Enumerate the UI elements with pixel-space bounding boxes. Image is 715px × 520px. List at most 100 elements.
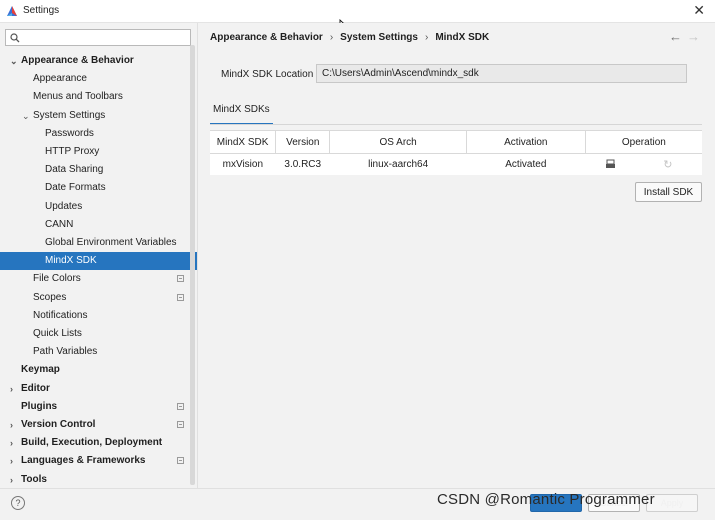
project-icon bbox=[177, 293, 184, 301]
chevron-right-icon[interactable]: › bbox=[10, 434, 13, 452]
help-icon[interactable]: ? bbox=[11, 496, 25, 510]
cell-sdk: mxVision bbox=[222, 159, 264, 170]
sidebar-item-label: File Colors bbox=[33, 273, 81, 285]
sidebar-item[interactable]: MindX SDK bbox=[0, 252, 197, 271]
search-icon bbox=[10, 33, 20, 43]
breadcrumb-separator: › bbox=[424, 32, 429, 43]
sidebar-item[interactable]: ⌄ System Settings bbox=[0, 107, 197, 125]
sdk-location-field[interactable]: C:\Users\Admin\Ascend\mindx_sdk bbox=[316, 64, 687, 83]
column-header: OS Arch bbox=[329, 130, 467, 154]
sidebar-item-label: System Settings bbox=[33, 109, 106, 121]
sidebar-item[interactable]: Menus and Toolbars bbox=[0, 88, 197, 106]
chevron-right-icon[interactable]: › bbox=[10, 416, 13, 434]
reload-icon[interactable] bbox=[605, 159, 616, 169]
sidebar-item[interactable]: CANN bbox=[0, 216, 197, 234]
sidebar-item-label: Languages & Frameworks bbox=[21, 455, 146, 467]
cell-activation: Activated bbox=[505, 159, 547, 170]
tab-mindx-sdks[interactable]: MindX SDKs bbox=[210, 99, 273, 125]
chevron-right-icon[interactable]: › bbox=[10, 452, 13, 470]
app-logo-icon bbox=[7, 6, 17, 16]
sidebar-item[interactable]: › Tools bbox=[0, 471, 197, 489]
search-input[interactable] bbox=[26, 31, 190, 46]
sidebar-item[interactable]: Appearance bbox=[0, 70, 197, 88]
sidebar-item[interactable]: ⌄ Appearance & Behavior bbox=[0, 52, 197, 70]
sidebar-item[interactable]: Scopes bbox=[0, 289, 197, 307]
chevron-right-icon[interactable]: › bbox=[10, 471, 13, 489]
watermark-text: CSDN @Romantic Programmer bbox=[437, 491, 655, 508]
column-header: MindX SDK bbox=[210, 130, 277, 154]
cell-os-arch: linux-aarch64 bbox=[368, 159, 429, 170]
breadcrumb-item[interactable]: Appearance & Behavior bbox=[210, 32, 323, 43]
sidebar-item-label: Updates bbox=[45, 200, 83, 212]
sidebar-item-label: Global Environment Variables bbox=[45, 237, 177, 248]
sidebar-item-label: Keymap bbox=[21, 364, 60, 376]
sidebar-item-label: Appearance & Behavior bbox=[21, 55, 134, 66]
sidebar-item[interactable]: Date Formats bbox=[0, 179, 197, 197]
table-header-row: MindX SDK Version OS Arch Activation Ope… bbox=[210, 130, 702, 154]
settings-sidebar: ⌄ Appearance & Behavior Appearance Menus an… bbox=[0, 23, 198, 488]
sidebar-item-label: HTTP Proxy bbox=[45, 146, 100, 157]
sidebar-item-label: Appearance bbox=[33, 73, 87, 85]
sidebar-item-label: MindX SDK bbox=[45, 255, 97, 267]
sidebar-item-label: Data Sharing bbox=[45, 164, 104, 176]
sidebar-item-label: Date Formats bbox=[45, 182, 106, 194]
close-icon[interactable]: ✕ bbox=[693, 3, 705, 17]
table-row[interactable]: mxVision 3.0.RC3 linux-aarch64 Activated… bbox=[210, 154, 702, 176]
install-sdk-button[interactable]: Install SDK bbox=[635, 182, 702, 202]
project-icon bbox=[177, 402, 184, 410]
tab-divider bbox=[210, 124, 702, 125]
project-icon bbox=[177, 457, 184, 465]
sidebar-item[interactable]: Data Sharing bbox=[0, 161, 197, 179]
sidebar-item[interactable]: › Version Control bbox=[0, 416, 197, 434]
sidebar-item[interactable]: Path Variables bbox=[0, 343, 197, 361]
sidebar-item[interactable]: File Colors bbox=[0, 270, 197, 288]
title-bar: Settings ✕ bbox=[0, 0, 715, 23]
search-box[interactable] bbox=[5, 29, 191, 46]
sidebar-item[interactable]: › Languages & Frameworks bbox=[0, 452, 197, 470]
project-icon bbox=[177, 421, 184, 428]
window-title: Settings bbox=[23, 5, 60, 16]
sidebar-item[interactable]: › Editor bbox=[0, 380, 197, 398]
column-header: Version bbox=[275, 130, 331, 154]
sidebar-item[interactable]: Notifications bbox=[0, 307, 197, 325]
sidebar-item-label: Notifications bbox=[33, 309, 88, 321]
sidebar-item-label: Version Control bbox=[21, 419, 96, 430]
sidebar-item-label: Build, Execution, Deployment bbox=[21, 437, 163, 449]
sidebar-item-label: Passwords bbox=[45, 127, 94, 139]
column-header: Activation bbox=[466, 130, 586, 154]
sidebar-item-label: Tools bbox=[21, 473, 47, 485]
sidebar-item-label: Path Variables bbox=[33, 346, 98, 358]
cell-version: 3.0.RC3 bbox=[284, 159, 322, 170]
chevron-down-icon[interactable]: ⌄ bbox=[22, 107, 30, 125]
sidebar-item[interactable]: › Build, Execution, Deployment bbox=[0, 434, 197, 452]
back-arrow-icon[interactable]: ← bbox=[669, 29, 682, 44]
breadcrumb-separator: › bbox=[329, 32, 334, 43]
breadcrumb: Appearance & Behavior › System Settings › Mi… bbox=[210, 32, 489, 43]
sidebar-item-label: Editor bbox=[21, 382, 50, 394]
sidebar-item-label: Quick Lists bbox=[33, 328, 82, 339]
breadcrumb-item[interactable]: System Settings bbox=[340, 32, 418, 43]
sidebar-item[interactable]: Global Environment Variables bbox=[0, 234, 197, 252]
sdk-location-label: MindX SDK Location bbox=[221, 69, 314, 80]
sidebar-scrollbar[interactable] bbox=[190, 45, 195, 485]
chevron-down-icon[interactable]: ⌄ bbox=[10, 52, 18, 70]
sidebar-item[interactable]: Updates bbox=[0, 198, 197, 216]
sidebar-item-label: CANN bbox=[45, 218, 74, 230]
cell-operation: ↻ bbox=[585, 154, 702, 176]
sidebar-item[interactable]: Quick Lists bbox=[0, 325, 197, 343]
chevron-right-icon[interactable]: › bbox=[10, 380, 13, 398]
refresh-icon[interactable]: ↻ bbox=[663, 158, 672, 171]
sidebar-item[interactable]: Passwords bbox=[0, 125, 197, 143]
forward-arrow-icon[interactable]: → bbox=[687, 29, 700, 44]
project-icon bbox=[177, 275, 184, 283]
sidebar-item[interactable]: Keymap bbox=[0, 361, 197, 379]
sidebar-item-label: Menus and Toolbars bbox=[33, 91, 123, 103]
breadcrumb-item: MindX SDK bbox=[435, 32, 490, 43]
sidebar-item-label: Plugins bbox=[21, 400, 58, 412]
sidebar-item[interactable]: Plugins bbox=[0, 398, 197, 416]
sdk-table: MindX SDK Version OS Arch Activation Ope… bbox=[210, 130, 702, 175]
column-header: Operation bbox=[585, 130, 702, 154]
settings-main-panel: Appearance & Behavior › System Settings › Mi… bbox=[198, 23, 715, 488]
sidebar-item-label: Scopes bbox=[33, 291, 67, 303]
sidebar-item[interactable]: HTTP Proxy bbox=[0, 143, 197, 161]
